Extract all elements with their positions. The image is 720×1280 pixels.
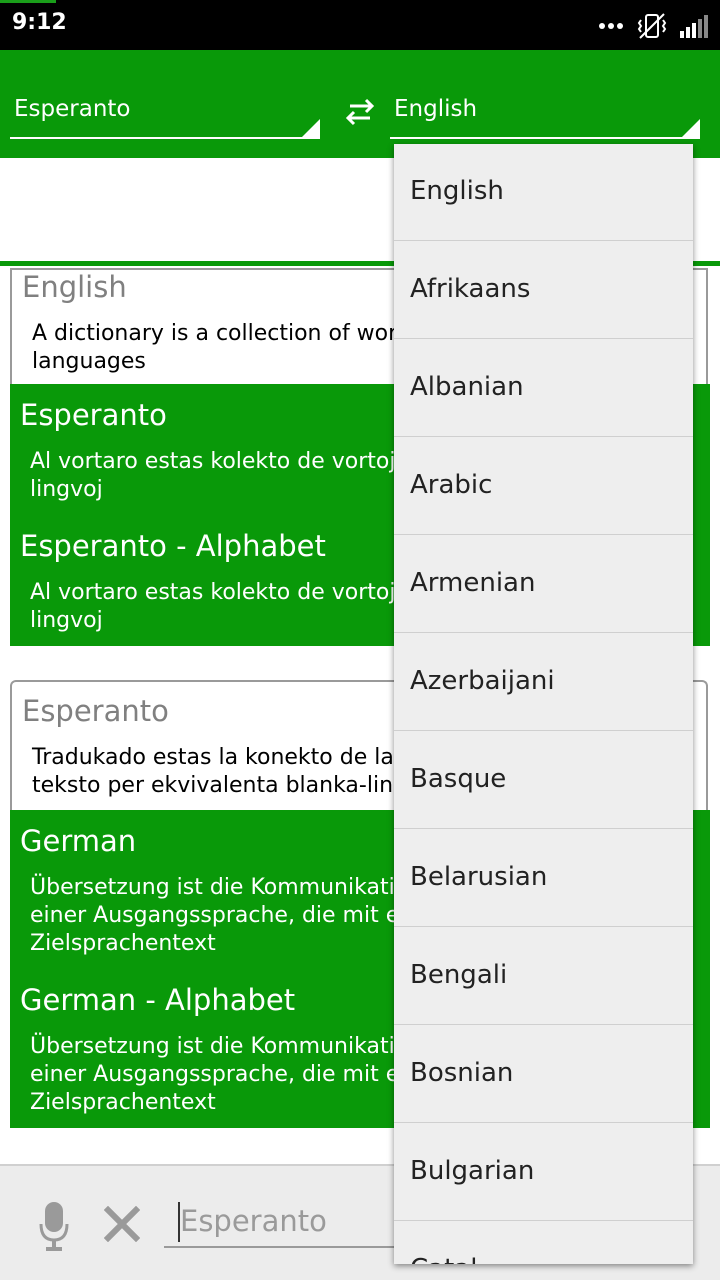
dropdown-triangle-icon xyxy=(682,119,700,137)
dropdown-option[interactable]: Bengali xyxy=(394,928,693,1025)
translation-text: Zielsprachentext xyxy=(30,1090,216,1115)
translation-text: einer Ausgangssprache, die mit e xyxy=(30,1062,400,1087)
status-time: 9:12 xyxy=(12,10,67,35)
text-cursor xyxy=(178,1202,180,1242)
translation-title: Esperanto - Alphabet xyxy=(20,529,326,563)
search-input[interactable] xyxy=(164,1196,404,1248)
more-icon xyxy=(599,23,623,29)
translation-text: lingvoj xyxy=(30,608,103,633)
card-source-text: languages xyxy=(32,349,146,374)
signal-icon xyxy=(680,15,708,38)
translation-title: German xyxy=(20,824,137,858)
source-language-select[interactable]: Esperanto xyxy=(10,91,320,139)
dropdown-option[interactable]: Afrikaans xyxy=(394,242,693,339)
dropdown-option[interactable]: Belarusian xyxy=(394,830,693,927)
dropdown-option[interactable]: Arabic xyxy=(394,438,693,535)
translation-text: Übersetzung ist die Kommunikatio xyxy=(30,1034,409,1059)
translation-text: Al vortaro estas kolekto de vortoj xyxy=(30,580,396,605)
translation-text: lingvoj xyxy=(30,477,103,502)
clear-icon[interactable] xyxy=(104,1206,140,1242)
dropdown-option[interactable]: Azerbaijani xyxy=(394,634,693,731)
translation-title: Esperanto xyxy=(20,398,167,432)
dropdown-option[interactable]: English xyxy=(394,144,693,241)
dropdown-option[interactable]: Basque xyxy=(394,732,693,829)
dropdown-option[interactable]: Albanian xyxy=(394,340,693,437)
status-accent xyxy=(0,0,56,3)
card-source-title: English xyxy=(22,270,127,304)
vibrate-icon xyxy=(637,13,667,39)
dropdown-option[interactable]: Bosnian xyxy=(394,1026,693,1123)
card-source-text: A dictionary is a collection of wor xyxy=(32,321,398,346)
status-icons xyxy=(598,12,708,40)
card-source-text: Tradukado estas la konekto de la xyxy=(32,745,394,770)
translation-title: German - Alphabet xyxy=(20,983,296,1017)
translation-text: Übersetzung ist die Kommunikatio xyxy=(30,875,409,900)
target-language-select[interactable]: English xyxy=(390,91,700,139)
dropdown-option[interactable]: Armenian xyxy=(394,536,693,633)
translation-text: Zielsprachentext xyxy=(30,931,216,956)
dropdown-option[interactable]: Bulgarian xyxy=(394,1124,693,1221)
translation-text: einer Ausgangssprache, die mit e xyxy=(30,903,400,928)
swap-icon[interactable] xyxy=(342,96,378,128)
card-source-text: teksto per ekvivalenta blanka-lingv xyxy=(32,773,421,798)
source-language-label: Esperanto xyxy=(14,96,131,122)
target-language-label: English xyxy=(394,96,478,122)
dropdown-triangle-icon xyxy=(302,119,320,137)
microphone-icon[interactable] xyxy=(38,1200,70,1252)
language-dropdown[interactable]: English Afrikaans Albanian Arabic Armeni… xyxy=(394,144,693,1264)
card-source-title: Esperanto xyxy=(22,694,169,728)
dropdown-option[interactable]: Catal xyxy=(394,1222,693,1264)
translation-text: Al vortaro estas kolekto de vortoj xyxy=(30,449,396,474)
